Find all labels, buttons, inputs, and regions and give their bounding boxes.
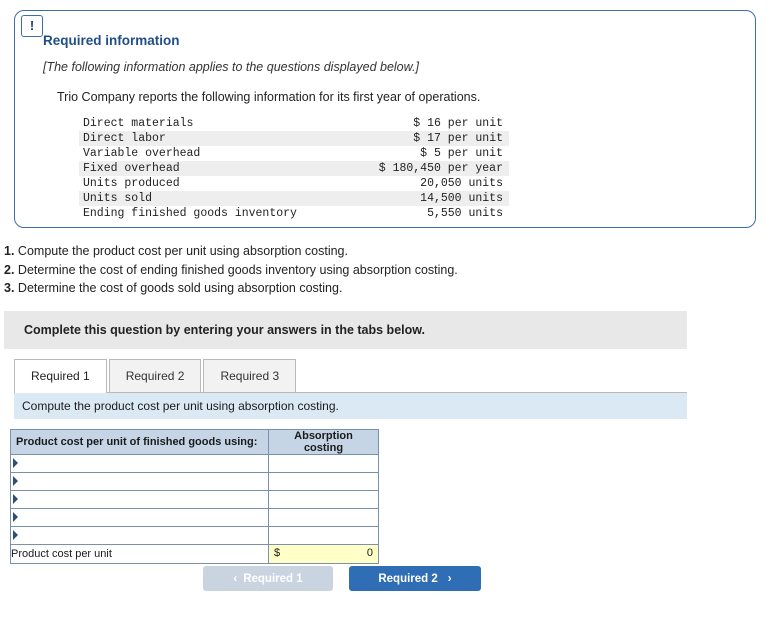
answer-value-input-4[interactable] — [268, 508, 379, 527]
table-row — [10, 472, 379, 491]
card-content: Required information [The following info… — [15, 11, 755, 221]
cost-value: 5,550 units — [427, 207, 503, 220]
product-cost-total-value[interactable]: $ 0 — [268, 544, 379, 564]
tab-required-1[interactable]: Required 1 — [14, 359, 107, 393]
cost-label: Fixed overhead — [79, 161, 347, 176]
chevron-left-icon: ‹ — [233, 572, 238, 585]
dropdown-caret-icon — [13, 512, 18, 522]
cost-label: Units sold — [79, 191, 347, 206]
answer-value-input-5[interactable] — [268, 526, 379, 545]
answer-header-right: Absorption costing — [268, 429, 379, 455]
chevron-right-icon: › — [447, 572, 452, 585]
table-row: Variable overhead $ 5 per unit — [79, 146, 509, 161]
dropdown-caret-icon — [13, 530, 18, 540]
cost-value: $ 180,450 per year — [346, 161, 509, 176]
requirement-number: 2. — [4, 262, 15, 277]
answer-label-input-4[interactable] — [10, 508, 269, 527]
previous-required-label: Required 1 — [243, 572, 303, 585]
instruction-text: Complete this question by entering your … — [24, 323, 425, 337]
table-row: Direct materials $ 16 per unit — [79, 116, 509, 131]
cost-value: $ 17 per unit — [346, 131, 509, 146]
cost-label: Units produced — [83, 177, 180, 190]
cost-value: $ 5 per unit — [420, 147, 503, 160]
requirement-text: Determine the cost of ending finished go… — [17, 262, 458, 277]
tab-required-2[interactable]: Required 2 — [108, 359, 202, 393]
answer-value-input-1[interactable] — [268, 454, 379, 473]
requirement-number: 1. — [4, 244, 15, 258]
answer-header-left: Product cost per unit of finished goods … — [10, 429, 269, 455]
requirement-item-3: 3. Determine the cost of goods sold usin… — [4, 280, 764, 298]
required-information-card: ! Required information [The following in… — [14, 10, 756, 228]
table-row — [10, 526, 379, 545]
requirement-text: Determine the cost of goods sold using a… — [17, 281, 343, 295]
next-required-button[interactable]: Required 2 › — [349, 566, 481, 591]
dropdown-caret-icon — [13, 476, 18, 486]
table-row — [10, 490, 379, 509]
requirement-item-2: 2. Determine the cost of ending finished… — [4, 262, 764, 280]
cost-value: 20,050 units — [420, 177, 503, 190]
requirements-list: 1. Compute the product cost per unit usi… — [4, 243, 764, 299]
tab-strip: Required 1 Required 2 Required 3 — [14, 359, 298, 393]
instruction-bar: Complete this question by entering your … — [4, 311, 687, 349]
answer-value-input-3[interactable] — [268, 490, 379, 509]
exclamation-icon: ! — [21, 15, 43, 37]
currency-symbol: $ — [274, 547, 281, 559]
previous-required-button[interactable]: ‹ Required 1 — [203, 566, 333, 591]
cost-label: Direct materials — [83, 117, 194, 130]
answer-label-input-3[interactable] — [10, 490, 269, 509]
table-row: Units produced 20,050 units — [79, 176, 509, 191]
cost-label: Variable overhead — [83, 147, 201, 160]
card-intro-text: Trio Company reports the following infor… — [57, 90, 481, 104]
answer-label-input-5[interactable] — [10, 526, 269, 545]
cost-label: Direct labor — [79, 131, 347, 146]
answer-table: Product cost per unit of finished goods … — [10, 429, 379, 564]
question-prompt-text: Compute the product cost per unit using … — [22, 399, 339, 413]
dropdown-caret-icon — [13, 494, 18, 504]
answer-header-row: Product cost per unit of finished goods … — [10, 429, 379, 455]
requirement-text: Compute the product cost per unit using … — [17, 244, 348, 258]
answer-label-input-2[interactable] — [10, 472, 269, 491]
question-prompt-bar: Compute the product cost per unit using … — [14, 393, 687, 419]
answer-value-input-2[interactable] — [268, 472, 379, 491]
cost-label: Ending finished goods inventory — [83, 207, 297, 220]
cost-data-body: Direct materials $ 16 per unit Direct la… — [79, 116, 509, 221]
product-cost-total-label: Product cost per unit — [10, 544, 269, 564]
dropdown-caret-icon — [13, 458, 18, 468]
answer-label-input-1[interactable] — [10, 454, 269, 473]
cost-value: 14,500 units — [346, 191, 509, 206]
answer-table-body: Product cost per unit $ 0 — [10, 454, 379, 564]
page-title: Required information — [43, 33, 180, 48]
cost-value: $ 16 per unit — [413, 117, 503, 130]
next-required-label: Required 2 — [378, 572, 438, 585]
table-row — [10, 454, 379, 473]
active-tab-connector — [15, 392, 85, 393]
answer-table-head: Product cost per unit of finished goods … — [10, 429, 379, 455]
table-row: Direct labor $ 17 per unit — [79, 131, 509, 146]
tab-required-3[interactable]: Required 3 — [203, 359, 297, 393]
total-amount: 0 — [366, 547, 373, 559]
requirement-item-1: 1. Compute the product cost per unit usi… — [4, 243, 764, 261]
table-row: Ending finished goods inventory 5,550 un… — [79, 206, 509, 221]
requirement-number: 3. — [4, 281, 15, 295]
table-row: Product cost per unit $ 0 — [10, 544, 379, 564]
cost-data-table: Direct materials $ 16 per unit Direct la… — [79, 116, 509, 221]
table-row: Units sold 14,500 units — [79, 191, 509, 206]
table-row — [10, 508, 379, 527]
table-row: Fixed overhead $ 180,450 per year — [79, 161, 509, 176]
card-subtitle: [The following information applies to th… — [43, 60, 419, 74]
